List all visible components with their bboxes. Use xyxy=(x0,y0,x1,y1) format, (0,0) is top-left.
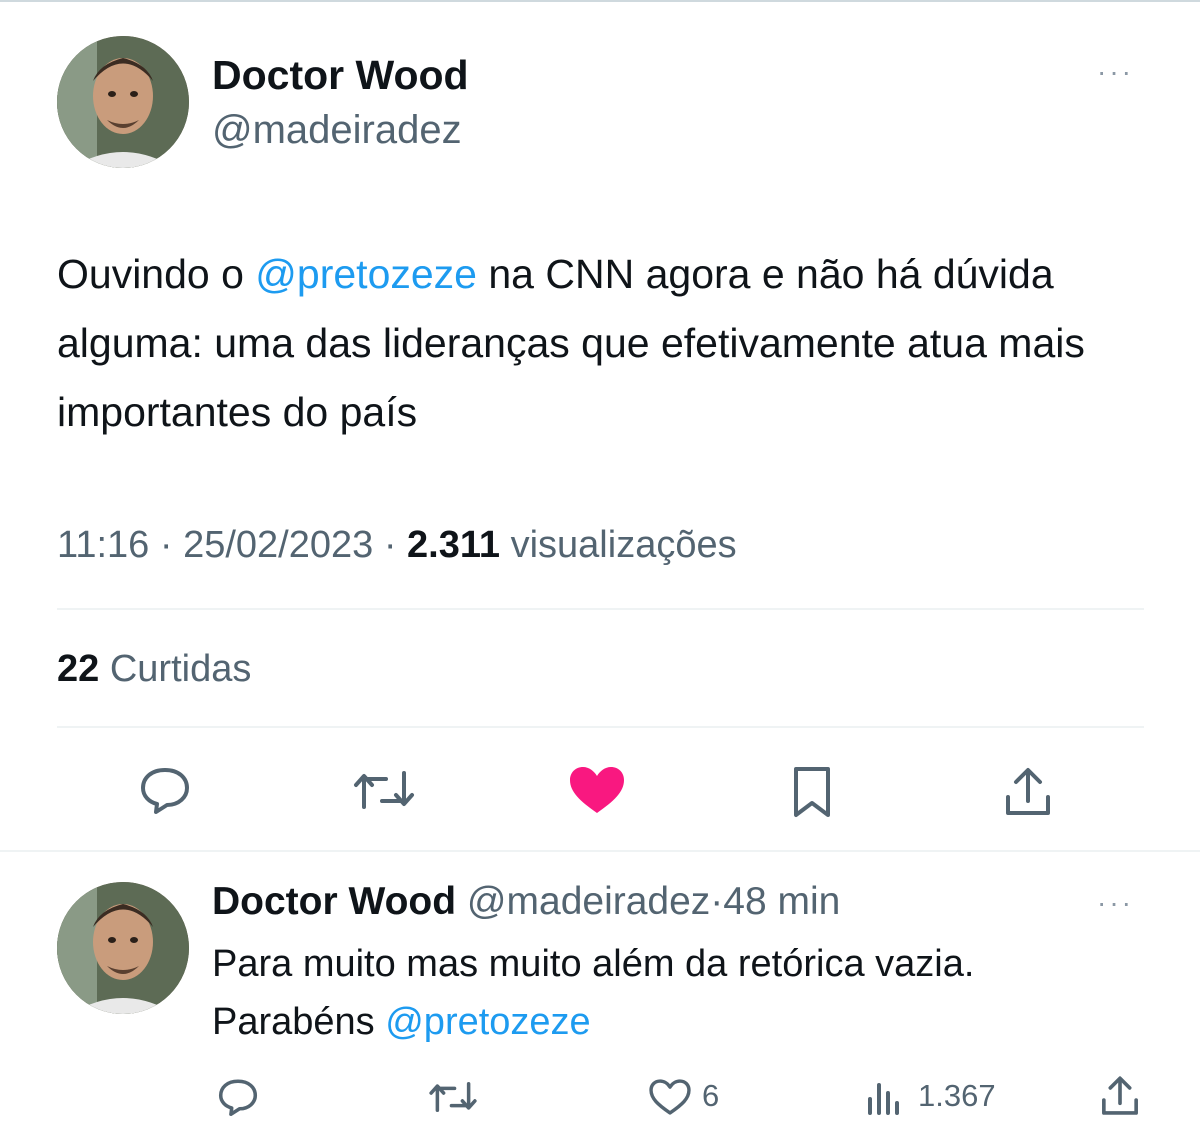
reply-icon xyxy=(141,768,189,814)
bookmark-icon xyxy=(794,767,830,817)
top-border xyxy=(0,0,1200,2)
reply-like-button[interactable] xyxy=(644,1074,696,1120)
author-name[interactable]: Doctor Wood xyxy=(212,52,469,99)
reply-share-button[interactable] xyxy=(1094,1072,1146,1120)
likes-label: Curtidas xyxy=(109,648,252,690)
avatar-photo-icon xyxy=(57,882,189,1014)
views-label: visualizações xyxy=(510,524,737,566)
views-count: 2.311 xyxy=(407,524,501,566)
retweet-button[interactable] xyxy=(350,762,418,818)
share-icon xyxy=(1102,1076,1138,1115)
reply-time[interactable]: 48 min xyxy=(723,880,840,923)
reply-author-handle[interactable]: @madeiradez xyxy=(467,880,710,923)
reply-like-count: 6 xyxy=(702,1078,720,1113)
reply-retweet-button[interactable] xyxy=(425,1074,481,1120)
share-button[interactable] xyxy=(996,762,1060,822)
likes-count: 22 xyxy=(57,648,100,690)
tweet-text-part: Ouvindo o xyxy=(57,251,256,297)
reply-text-line: Para muito mas muito além da retórica va… xyxy=(212,943,975,985)
author-handle[interactable]: @madeiradez xyxy=(212,108,462,153)
like-button[interactable] xyxy=(565,762,629,818)
bookmark-button[interactable] xyxy=(782,762,842,822)
section-divider xyxy=(0,850,1200,852)
avatar-photo-icon xyxy=(57,36,189,168)
reply-button[interactable] xyxy=(133,762,197,818)
reply-views-count: 1.367 xyxy=(918,1078,996,1113)
reply-icon xyxy=(218,1079,258,1117)
divider xyxy=(57,608,1144,610)
reply-author-name[interactable]: Doctor Wood xyxy=(212,880,456,923)
reply-text-line: Parabéns @pretozeze xyxy=(212,993,1172,1051)
like-icon xyxy=(649,1079,691,1115)
reply-text: Para muito mas muito além da retórica va… xyxy=(212,935,1172,1051)
reply-more-options-icon[interactable]: ··· xyxy=(1097,889,1134,917)
reply-views-button[interactable] xyxy=(860,1074,908,1120)
meta-separator: · xyxy=(383,524,397,566)
views-icon xyxy=(868,1083,899,1115)
likes-summary[interactable]: 22 Curtidas xyxy=(57,648,251,691)
like-icon-filled xyxy=(570,767,624,813)
more-options-icon[interactable]: ··· xyxy=(1097,58,1134,86)
tweet-meta: 11:16 · 25/02/2023 · 2.311 visualizações xyxy=(57,524,737,567)
tweet-text: Ouvindo o @pretozeze na CNN agora e não … xyxy=(57,240,1137,447)
tweet-time[interactable]: 11:16 xyxy=(57,524,149,566)
reply-header: Doctor Wood @madeiradez·48 min xyxy=(212,880,840,924)
reply-author-avatar[interactable] xyxy=(57,882,189,1014)
mention-link[interactable]: @pretozeze xyxy=(385,1001,590,1043)
tweet-date[interactable]: 25/02/2023 xyxy=(183,524,373,566)
reply-reply-button[interactable] xyxy=(212,1074,264,1120)
retweet-icon xyxy=(354,771,414,809)
author-avatar[interactable] xyxy=(57,36,189,168)
mention-link[interactable]: @pretozeze xyxy=(255,251,477,297)
meta-separator: · xyxy=(159,524,173,566)
share-icon xyxy=(1006,768,1050,815)
reply-text-part: Parabéns xyxy=(212,1001,386,1043)
meta-separator: · xyxy=(710,880,724,923)
divider xyxy=(57,726,1144,728)
retweet-icon xyxy=(429,1081,477,1113)
